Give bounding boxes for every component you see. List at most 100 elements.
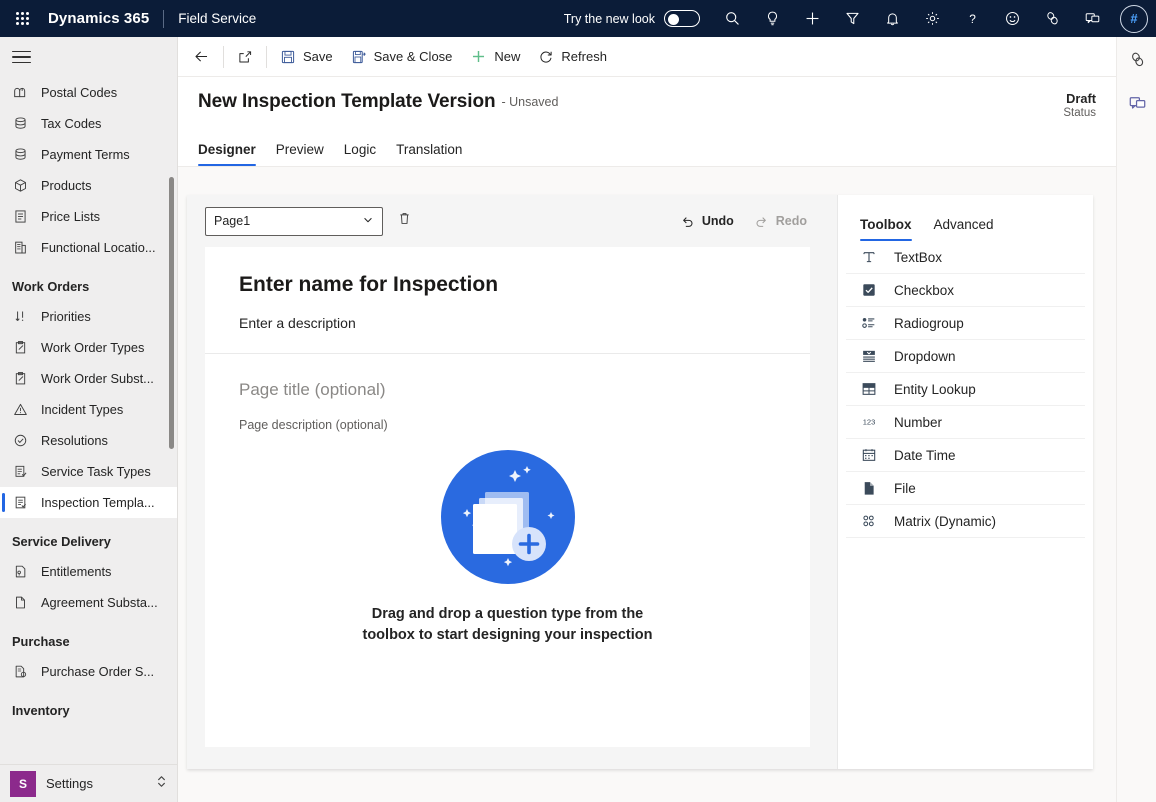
sidebar-item-label: Work Order Types	[41, 340, 145, 355]
hamburger-icon	[12, 47, 31, 68]
inspection-description-field[interactable]: Enter a description	[239, 315, 776, 331]
waffle-icon	[15, 12, 29, 25]
notifications-button[interactable]	[872, 0, 912, 37]
help-button[interactable]: ?	[952, 0, 992, 37]
refresh-button[interactable]: Refresh	[529, 42, 616, 72]
copilot-button[interactable]	[1117, 37, 1156, 81]
empty-state-text: Drag and drop a question type from the t…	[362, 606, 653, 643]
toolbox-item-label: File	[894, 480, 916, 496]
redo-button[interactable]: Redo	[746, 209, 815, 234]
avatar: #	[1120, 4, 1148, 33]
inspection-name-field[interactable]: Enter name for Inspection	[239, 273, 776, 297]
app-launcher-button[interactable]	[0, 0, 44, 37]
area-switcher-settings[interactable]: S Settings	[0, 764, 177, 802]
command-divider	[223, 45, 224, 68]
status-badge: Draft Status	[1063, 91, 1096, 119]
stack-icon	[12, 115, 29, 132]
new-button[interactable]: New	[461, 42, 529, 72]
user-avatar-button[interactable]: #	[1112, 0, 1156, 37]
toolbox-item-list: TextBox Checkbox Radiogroup Dropdown Ent…	[838, 241, 1093, 538]
page-selector-value: Page1	[214, 214, 251, 228]
record-tabs: Designer Preview Logic Translation	[198, 142, 1096, 166]
sidebar-item-inspection-templates[interactable]: Inspection Templa...	[0, 487, 177, 518]
toolbox-item-entity-lookup[interactable]: Entity Lookup	[846, 373, 1085, 406]
toolbox-item-matrix-dynamic[interactable]: Matrix (Dynamic)	[846, 505, 1085, 538]
sidebar-item-work-order-types[interactable]: Work Order Types	[0, 332, 177, 363]
sidebar-item-payment-terms[interactable]: Payment Terms	[0, 139, 177, 170]
record-header: New Inspection Template Version - Unsave…	[178, 77, 1116, 166]
sidebar-item-products[interactable]: Products	[0, 170, 177, 201]
toolbox-item-checkbox[interactable]: Checkbox	[846, 274, 1085, 307]
undo-label: Undo	[701, 214, 734, 228]
bell-icon	[886, 13, 898, 26]
page-title-field[interactable]: Page title (optional)	[239, 380, 776, 400]
teams-feedback-button[interactable]	[1072, 0, 1112, 37]
accessibility-button[interactable]	[1032, 0, 1072, 37]
tab-preview[interactable]: Preview	[276, 142, 324, 166]
insights-button[interactable]	[752, 0, 792, 37]
settings-button[interactable]	[912, 0, 952, 37]
warning-icon	[12, 401, 29, 418]
sidebar-item-postal-codes[interactable]: Postal Codes	[0, 77, 177, 108]
feedback-smiley-button[interactable]	[992, 0, 1032, 37]
toolbox-item-file[interactable]: File	[846, 472, 1085, 505]
tab-logic[interactable]: Logic	[344, 142, 376, 166]
sidebar-item-resolutions[interactable]: Resolutions	[0, 425, 177, 456]
sidebar-item-incident-types[interactable]: Incident Types	[0, 394, 177, 425]
right-rail	[1116, 37, 1156, 802]
delete-page-button[interactable]	[389, 206, 419, 236]
tasks-icon	[12, 463, 29, 480]
sidebar-item-work-order-substatuses[interactable]: Work Order Subst...	[0, 363, 177, 394]
teams-chat-icon	[1129, 96, 1145, 109]
inspection-designer-panel: Page1 Undo Redo Enter name for Inspectio…	[187, 195, 1093, 769]
sidebar-item-priorities[interactable]: Priorities	[0, 301, 177, 332]
sidebar-scrollbar[interactable]	[169, 177, 174, 449]
sidebar-item-functional-locations[interactable]: Functional Locatio...	[0, 232, 177, 263]
chevron-down-icon	[362, 214, 374, 229]
tab-designer[interactable]: Designer	[198, 142, 256, 166]
save-and-close-button[interactable]: Save & Close	[342, 42, 462, 72]
toolbox-item-textbox[interactable]: TextBox	[846, 241, 1085, 274]
page-title: New Inspection Template Version	[198, 91, 496, 112]
tab-advanced[interactable]: Advanced	[934, 217, 994, 241]
sidebar-item-tax-codes[interactable]: Tax Codes	[0, 108, 177, 139]
sidebar-item-label: Payment Terms	[41, 147, 130, 162]
try-new-look-toggle-group[interactable]: Try the new look	[564, 10, 700, 27]
command-bar: Save Save & Close New Refresh	[178, 37, 1116, 77]
redo-icon	[756, 216, 766, 227]
page-selector-dropdown[interactable]: Page1	[205, 206, 383, 236]
toolbox-item-date-time[interactable]: Date Time	[846, 439, 1085, 472]
sidebar-item-service-task-types[interactable]: Service Task Types	[0, 456, 177, 487]
quick-create-button[interactable]	[792, 0, 832, 37]
back-button[interactable]	[184, 42, 219, 72]
toolbox-item-radiogroup[interactable]: Radiogroup	[846, 307, 1085, 340]
sidebar-item-price-lists[interactable]: Price Lists	[0, 201, 177, 232]
sidebar-item-entitlements[interactable]: Entitlements	[0, 556, 177, 587]
filter-button[interactable]	[832, 0, 872, 37]
toolbox-item-number[interactable]: 123 Number	[846, 406, 1085, 439]
teams-chat-button[interactable]	[1117, 81, 1156, 125]
toolbox-item-dropdown[interactable]: Dropdown	[846, 340, 1085, 373]
open-in-new-window-button[interactable]	[228, 42, 262, 72]
sidebar-item-agreement-substatuses[interactable]: Agreement Substa...	[0, 587, 177, 618]
sidebar-item-purchase-order-substatuses[interactable]: Purchase Order S...	[0, 656, 177, 687]
undo-button[interactable]: Undo	[672, 209, 742, 234]
sitemap-toggle-button[interactable]	[0, 37, 177, 77]
tab-translation[interactable]: Translation	[396, 142, 462, 166]
page-description-field[interactable]: Page description (optional)	[239, 418, 776, 432]
tab-toolbox[interactable]: Toolbox	[860, 217, 912, 241]
redo-label: Redo	[775, 214, 807, 228]
search-button[interactable]	[712, 0, 752, 37]
save-button[interactable]: Save	[271, 42, 342, 72]
sidebar-item-label: Resolutions	[41, 433, 108, 448]
toolbox-tabs: Toolbox Advanced	[838, 195, 1093, 241]
sidebar-item-label: Incident Types	[41, 402, 124, 417]
record-unsaved-indicator: - Unsaved	[501, 95, 559, 109]
plus-icon	[473, 50, 485, 63]
search-icon	[725, 12, 739, 25]
try-new-look-toggle[interactable]	[664, 10, 700, 27]
designer-canvas-column: Page1 Undo Redo Enter name for Inspectio…	[187, 195, 837, 769]
radiogroup-icon	[860, 314, 878, 332]
toolbox-item-label: Number	[894, 414, 943, 430]
save-label: Save	[303, 49, 333, 64]
